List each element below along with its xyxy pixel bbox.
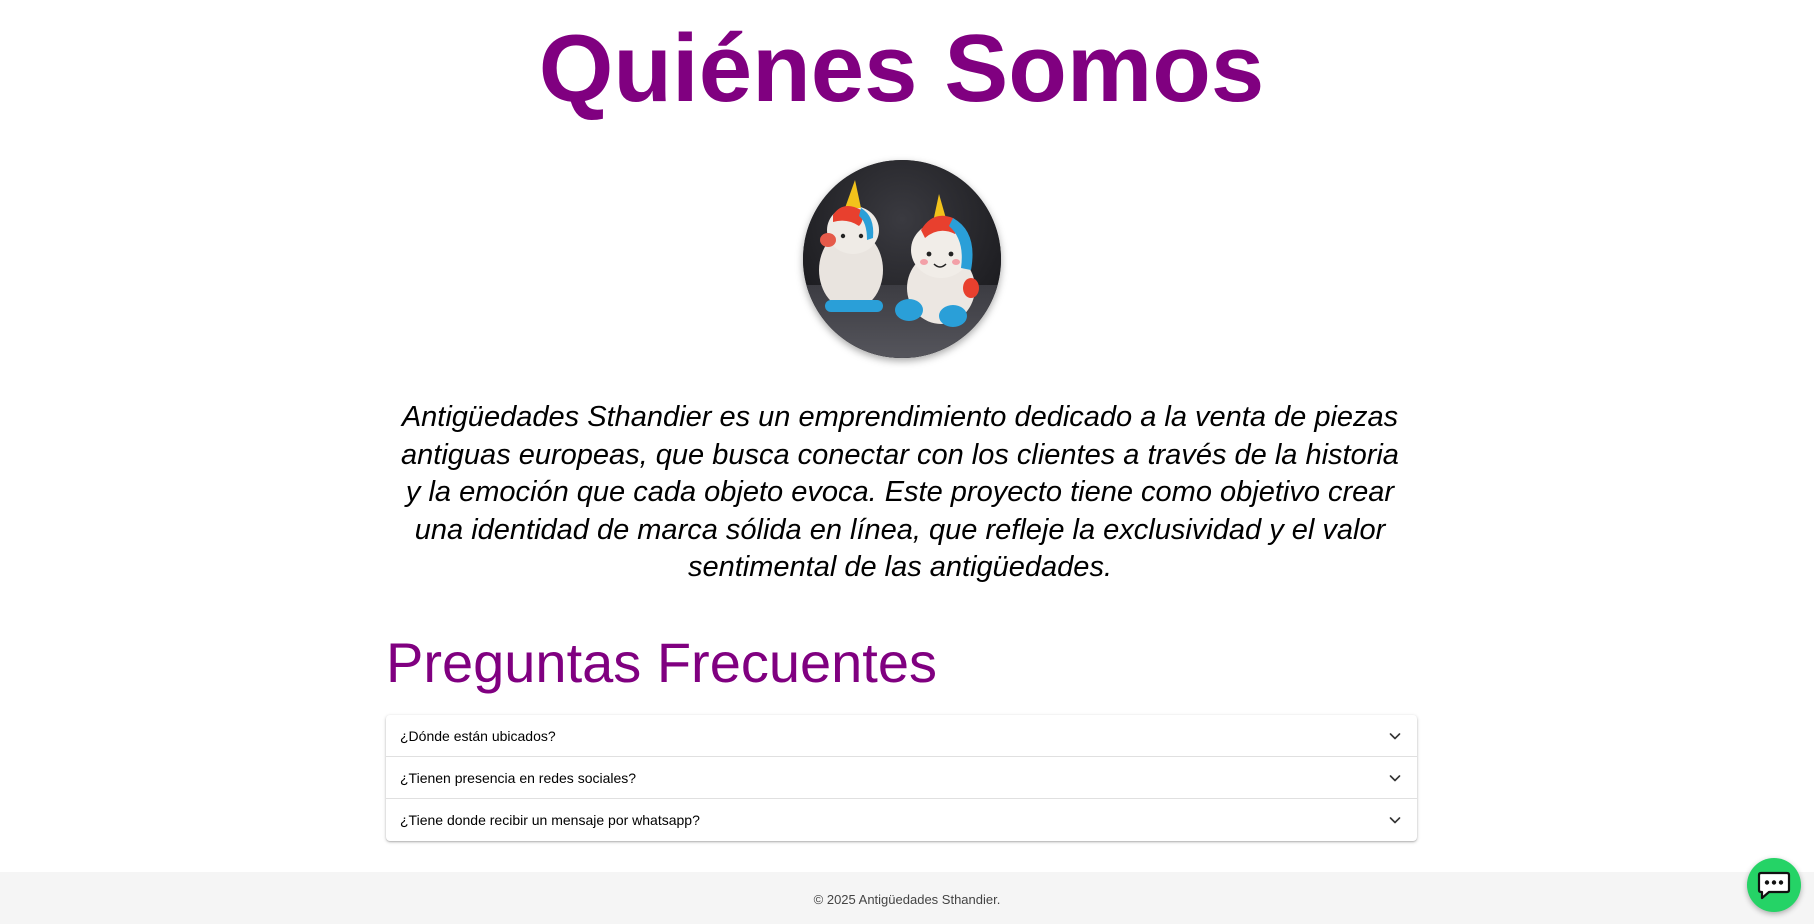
faq-question: ¿Dónde están ubicados? xyxy=(400,727,556,744)
about-description: Antigüedades Sthandier es un emprendimie… xyxy=(401,401,1399,583)
faq-question: ¿Tienen presencia en redes sociales? xyxy=(400,769,637,786)
faq-item-location[interactable]: ¿Dónde están ubicados? xyxy=(386,715,1417,757)
chat-bubble-icon xyxy=(1757,871,1791,900)
chat-button[interactable] xyxy=(1747,858,1801,912)
chevron-down-icon xyxy=(1389,732,1401,739)
faq-question: ¿Tiene donde recibir un mensaje por what… xyxy=(400,812,700,828)
page-title: Quiénes Somos xyxy=(538,15,1265,122)
faq-item-social[interactable]: ¿Tienen presencia en redes sociales? xyxy=(386,757,1417,799)
avatar xyxy=(803,160,1001,358)
footer: © 2025 Antigüedades Sthandier. xyxy=(0,872,1814,924)
faq-title: Preguntas Frecuentes xyxy=(386,631,937,694)
chevron-down-icon xyxy=(1389,774,1401,781)
about-page: Quiénes Somos Antigüedades Sthandier es … xyxy=(0,0,1814,924)
faq-item-whatsapp[interactable]: ¿Tiene donde recibir un mensaje por what… xyxy=(386,799,1417,841)
chevron-down-icon xyxy=(1389,817,1401,824)
faq-accordion: ¿Dónde están ubicados? ¿Tienen presencia… xyxy=(386,715,1417,841)
unicorn-figurines-image xyxy=(803,160,1001,358)
footer-copyright: © 2025 Antigüedades Sthandier. xyxy=(813,892,1001,907)
